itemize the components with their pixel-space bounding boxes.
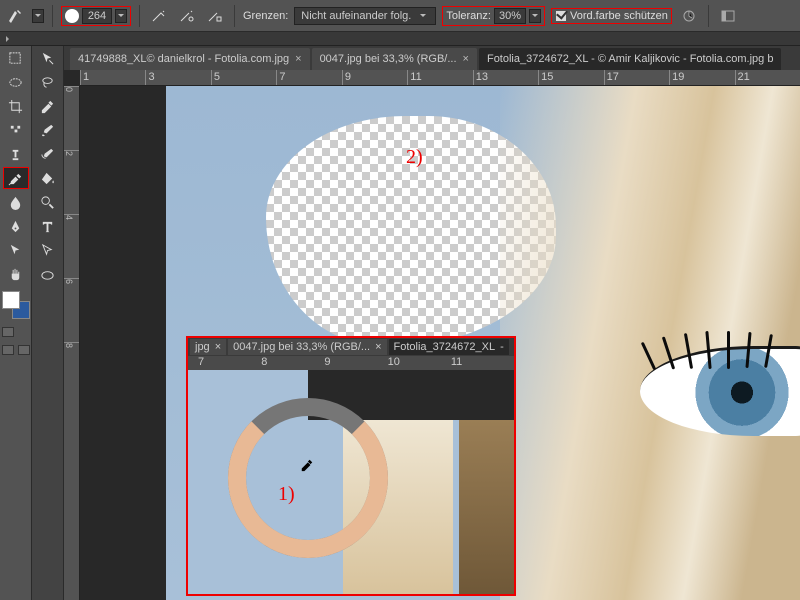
doc-tab-1[interactable]: 0047.jpg bei 33,3% (RGB/... × xyxy=(312,48,477,70)
inset-tab-2[interactable]: Fotolia_3724672_XL- xyxy=(389,339,509,355)
brush-preview-icon[interactable] xyxy=(65,9,79,23)
tool-move[interactable] xyxy=(35,47,61,69)
options-bar: 264 Grenzen: Nicht aufeinander folg. Tol… xyxy=(0,0,800,32)
protect-fg-label: Vord.farbe schützen xyxy=(570,10,668,22)
tool-type[interactable] xyxy=(35,215,61,237)
pane-collapse-icon[interactable] xyxy=(0,32,800,46)
document-tabs: 41749888_XL© danielkrol - Fotolia.com.jp… xyxy=(64,46,800,70)
ruler-vertical[interactable]: 02468 xyxy=(64,86,80,600)
limits-select[interactable]: Nicht aufeinander folg. xyxy=(294,7,436,25)
canvas[interactable]: 2) jpg× 0047.jpg bei 33,3% (RGB/...× Fot… xyxy=(80,86,800,600)
tool-preset-dropdown[interactable] xyxy=(32,9,44,23)
fg-color[interactable] xyxy=(2,291,20,309)
limits-value: Nicht aufeinander folg. xyxy=(301,10,411,22)
tool-crop[interactable] xyxy=(3,95,29,117)
tolerance-value[interactable]: 30% xyxy=(494,8,526,24)
tool-bucket[interactable] xyxy=(35,167,61,189)
ruler-horizontal[interactable]: 13579111315171921 xyxy=(80,70,800,86)
doc-tab-2[interactable]: Fotolia_3724672_XL - © Amir Kaljikovic -… xyxy=(479,48,782,70)
tool-history-brush[interactable] xyxy=(35,143,61,165)
canvas-offscreen xyxy=(80,86,166,600)
sample-ring-color xyxy=(228,398,388,558)
tool-bg-eraser[interactable] xyxy=(3,167,29,189)
inset-tab-0[interactable]: jpg× xyxy=(190,339,226,355)
brush-size-group: 264 xyxy=(61,6,131,26)
protect-fg-group: Vord.farbe schützen xyxy=(551,8,672,24)
inset-ruler: 7891011 xyxy=(188,356,514,370)
tool-path-select[interactable] xyxy=(3,239,29,261)
screenmode-icon[interactable] xyxy=(2,345,30,355)
eyedropper-cursor-icon xyxy=(300,458,314,472)
tool-preset-icon[interactable] xyxy=(4,5,26,27)
tool-hand[interactable] xyxy=(3,263,29,285)
pressure-icon[interactable] xyxy=(678,5,700,27)
close-icon[interactable]: × xyxy=(295,53,301,65)
eyelash xyxy=(727,331,730,369)
tool-pixel[interactable] xyxy=(3,119,29,141)
close-icon[interactable]: × xyxy=(463,53,469,65)
tool-rect-select[interactable] xyxy=(3,47,29,69)
tool-lasso[interactable] xyxy=(35,71,61,93)
tolerance-dropdown[interactable] xyxy=(529,9,541,23)
tool-stamp[interactable] xyxy=(3,143,29,165)
limits-label: Grenzen: xyxy=(243,10,288,22)
document-area: 41749888_XL© danielkrol - Fotolia.com.jp… xyxy=(64,46,800,600)
inset-tabs: jpg× 0047.jpg bei 33,3% (RGB/...× Fotoli… xyxy=(188,338,514,356)
brush-dropdown[interactable] xyxy=(115,9,127,23)
doc-tab-0[interactable]: 41749888_XL© danielkrol - Fotolia.com.jp… xyxy=(70,48,310,70)
annotation-2: 2) xyxy=(406,146,423,169)
tool-eyedropper[interactable] xyxy=(35,95,61,117)
tool-ellipse-select[interactable] xyxy=(3,71,29,93)
inset-tab-1[interactable]: 0047.jpg bei 33,3% (RGB/...× xyxy=(228,339,386,355)
tool-blur[interactable] xyxy=(3,191,29,213)
tool-shape[interactable] xyxy=(35,263,61,285)
quickmask-icon[interactable] xyxy=(2,327,30,337)
sampling-continuous-icon[interactable] xyxy=(148,5,170,27)
close-icon[interactable]: × xyxy=(375,341,381,353)
annotation-1: 1) xyxy=(278,483,295,506)
protect-fg-checkbox[interactable] xyxy=(555,10,567,22)
tool-brush[interactable] xyxy=(35,119,61,141)
tolerance-group: Toleranz: 30% xyxy=(442,6,545,26)
inset-hair-dark xyxy=(459,420,514,594)
color-swatches[interactable] xyxy=(2,291,30,319)
photo-content: 2) jpg× 0047.jpg bei 33,3% (RGB/...× Fot… xyxy=(166,86,800,600)
close-icon[interactable]: × xyxy=(215,341,221,353)
hair-region xyxy=(500,86,800,600)
brush-size-value[interactable]: 264 xyxy=(82,8,112,24)
doc-tab-0-label: 41749888_XL© danielkrol - Fotolia.com.jp… xyxy=(78,53,289,65)
tool-zoom[interactable] xyxy=(35,191,61,213)
toolbar-col-b xyxy=(32,46,64,600)
inset-panel: jpg× 0047.jpg bei 33,3% (RGB/...× Fotoli… xyxy=(186,336,516,596)
extra-panel-icon[interactable] xyxy=(717,5,739,27)
sampling-swatch-icon[interactable] xyxy=(204,5,226,27)
sampling-once-icon[interactable] xyxy=(176,5,198,27)
doc-tab-1-label: 0047.jpg bei 33,3% (RGB/... xyxy=(320,53,457,65)
doc-tab-2-label: Fotolia_3724672_XL - © Amir Kaljikovic -… xyxy=(487,53,774,65)
main-area: 41749888_XL© danielkrol - Fotolia.com.jp… xyxy=(0,46,800,600)
toolbar-col-a xyxy=(0,46,32,600)
tolerance-label: Toleranz: xyxy=(446,10,491,22)
tool-pen[interactable] xyxy=(3,215,29,237)
tool-direct-select[interactable] xyxy=(35,239,61,261)
